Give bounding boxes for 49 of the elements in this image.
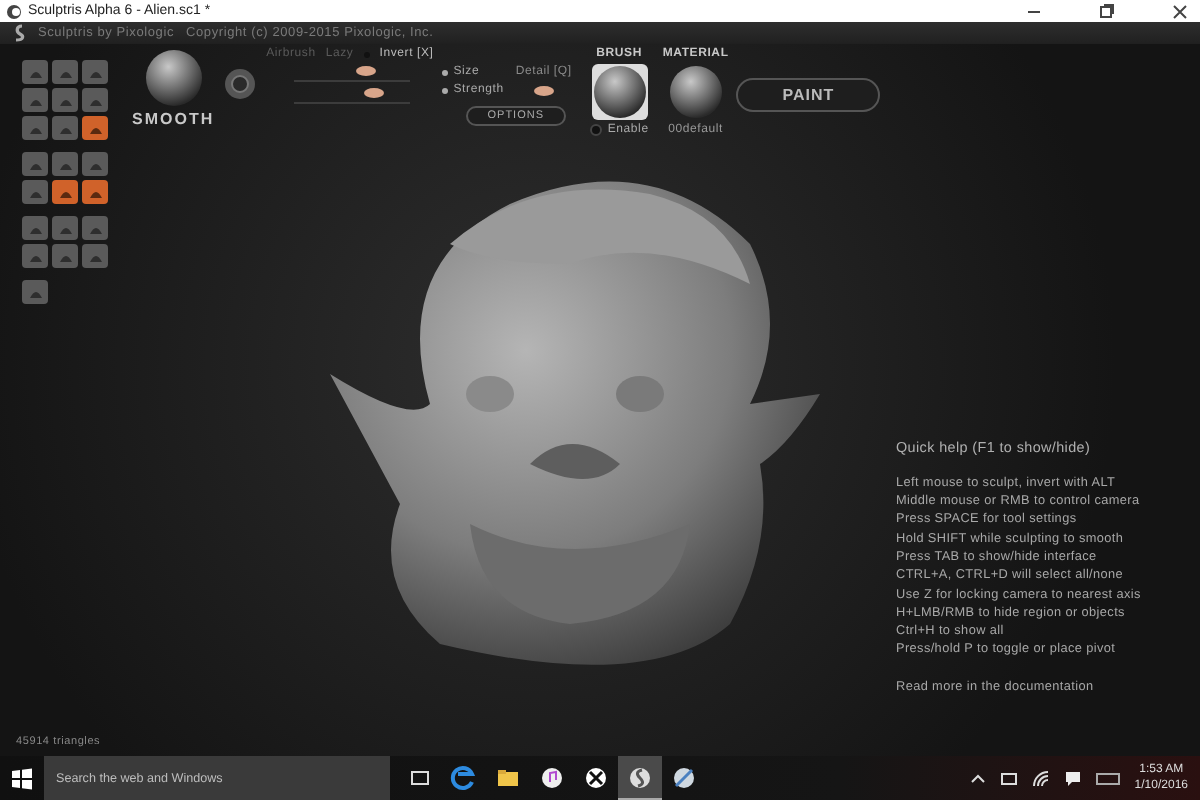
- tool-button[interactable]: [52, 244, 78, 268]
- paint-app-icon: [670, 763, 698, 791]
- slider-thumb[interactable]: [533, 86, 554, 96]
- tool-button[interactable]: [22, 280, 48, 304]
- brush-name: SMOOTH: [132, 110, 215, 128]
- bullet-icon: [441, 87, 448, 93]
- slider-thumb[interactable]: [363, 88, 384, 98]
- tool-button[interactable]: [82, 216, 108, 240]
- tool-button[interactable]: [22, 88, 48, 112]
- tool-button[interactable]: [52, 180, 78, 204]
- tool-button[interactable]: [22, 152, 48, 176]
- enable-checkbox[interactable]: [589, 124, 602, 136]
- brush-preview-icon[interactable]: [591, 64, 648, 120]
- xbox-logo-icon: [582, 763, 610, 791]
- tool-button[interactable]: [52, 216, 78, 240]
- tool-button[interactable]: [82, 180, 108, 204]
- logo-icon: [12, 24, 26, 42]
- chevron-up-icon[interactable]: [970, 770, 987, 786]
- music-note-icon: [538, 763, 566, 791]
- restore-icon[interactable]: [1098, 2, 1116, 20]
- tool-button[interactable]: [22, 116, 48, 140]
- tool-button[interactable]: [22, 244, 48, 268]
- browser-icon: [450, 763, 478, 791]
- tool-button[interactable]: [82, 60, 108, 84]
- keyboard-icon[interactable]: [1096, 769, 1121, 787]
- material-sphere-icon[interactable]: [667, 64, 724, 120]
- tool-button[interactable]: [82, 152, 108, 176]
- battery-icon[interactable]: [1000, 769, 1019, 787]
- tool-button[interactable]: [52, 60, 78, 84]
- tool-button[interactable]: [52, 116, 78, 140]
- tool-button[interactable]: [82, 244, 108, 268]
- sculpt-app-icon: [626, 763, 654, 791]
- tool-button[interactable]: [52, 152, 78, 176]
- slider-thumb[interactable]: [356, 66, 377, 76]
- notification-icon[interactable]: [1064, 769, 1083, 787]
- tool-button[interactable]: [22, 180, 48, 204]
- brush-sphere-icon: [143, 48, 204, 108]
- tool-button[interactable]: [82, 88, 108, 112]
- windows-logo-icon[interactable]: [12, 767, 32, 789]
- tool-button[interactable]: [22, 60, 48, 84]
- tool-button[interactable]: [52, 88, 78, 112]
- paint-button[interactable]: PAINT: [736, 78, 881, 112]
- tool-button[interactable]: [22, 216, 48, 240]
- ring-icon: [222, 66, 259, 102]
- close-icon[interactable]: [1172, 3, 1188, 19]
- taskbar-app-button[interactable]: [618, 756, 662, 800]
- tool-button[interactable]: [82, 116, 108, 140]
- bullet-icon: [441, 69, 448, 75]
- wifi-icon[interactable]: [1032, 769, 1051, 787]
